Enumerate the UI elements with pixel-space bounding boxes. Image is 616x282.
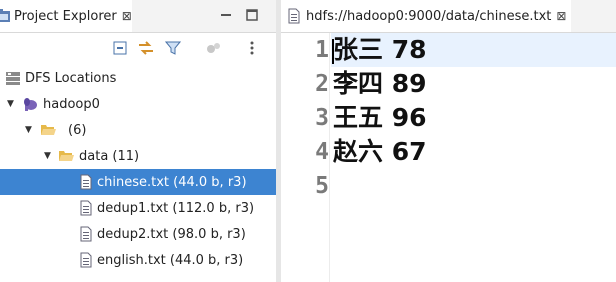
tab-label: Project Explorer [14, 8, 117, 24]
tree-item-label: hadoop0 [43, 96, 100, 112]
line-number: 3 [315, 105, 329, 131]
tree-item-hadoop0[interactable]: ▼ hadoop0 [0, 91, 276, 117]
expanded-arrow-icon[interactable]: ▼ [44, 151, 54, 161]
expanded-arrow-icon[interactable]: ▼ [25, 125, 35, 135]
close-icon[interactable]: ⊠ [556, 9, 566, 23]
minimize-icon[interactable] [219, 8, 233, 22]
tree-item-label: (6) [68, 122, 87, 138]
tree-item-dfs-locations[interactable]: DFS Locations [0, 65, 276, 91]
collapse-all-icon [113, 41, 127, 55]
tree-item-file[interactable]: dedup2.txt (98.0 b, r3) [0, 221, 276, 247]
collapse-all-button[interactable] [111, 39, 129, 57]
text-caret [332, 39, 334, 64]
tab-chinese-txt[interactable]: hdfs://hadoop0:9000/data/chinese.txt ⊠ [281, 0, 571, 32]
text-file-icon [80, 252, 92, 268]
code-line[interactable]: 赵六 67 [331, 135, 616, 169]
text-file-icon [80, 174, 92, 190]
code-line[interactable]: 王五 96 [331, 101, 616, 135]
text-file-icon [80, 200, 92, 216]
cluster-icon [207, 43, 220, 53]
line-number: 5 [315, 173, 329, 199]
link-with-editor-icon [139, 41, 153, 55]
line-number-ruler: 1 2 3 4 5 [281, 33, 329, 282]
tree-item-file[interactable]: dedup1.txt (112.0 b, r3) [0, 195, 276, 221]
code-line[interactable] [331, 169, 616, 203]
tree-item-folder-6[interactable]: ▼ (6) [0, 117, 276, 143]
tree-item-label: data (11) [79, 148, 140, 164]
maximize-icon[interactable] [245, 8, 259, 22]
close-icon[interactable]: ⊠ [122, 9, 132, 23]
tree-item-label: chinese.txt (44.0 b, r3) [97, 174, 247, 190]
tree-item-file[interactable]: english.txt (44.0 b, r3) [0, 247, 276, 273]
tree-item-label: DFS Locations [25, 70, 117, 86]
elephant-icon [24, 98, 37, 111]
kebab-menu-icon [250, 41, 254, 55]
filter-button[interactable] [164, 39, 182, 57]
line-number: 1 [315, 37, 329, 63]
project-explorer-view: Project Explorer ⊠ DFS Locations ▼ hadoo… [0, 0, 276, 282]
view-toolbar [0, 33, 276, 63]
text-file-icon [80, 226, 92, 242]
text-file-icon [288, 8, 300, 24]
line-number: 2 [315, 71, 329, 97]
view-tab-bar: Project Explorer ⊠ [0, 0, 276, 33]
expanded-arrow-icon[interactable]: ▼ [7, 99, 17, 109]
tab-project-explorer[interactable]: Project Explorer ⊠ [0, 0, 132, 32]
tree-item-label: dedup2.txt (98.0 b, r3) [97, 226, 246, 242]
code-line[interactable]: 张三 78 [331, 33, 616, 67]
folder-open-icon [59, 151, 74, 161]
tree-item-data[interactable]: ▼ data (11) [0, 143, 276, 169]
folder-open-icon [41, 125, 56, 135]
view-menu-button[interactable] [243, 39, 261, 57]
text-editor: hdfs://hadoop0:9000/data/chinese.txt ⊠ 1… [281, 0, 616, 282]
disabled-action-button[interactable] [205, 39, 223, 57]
line-number: 4 [315, 139, 329, 165]
project-explorer-icon [0, 9, 10, 22]
gutter-separator [329, 33, 330, 282]
code-line[interactable]: 李四 89 [331, 67, 616, 101]
editor-tab-bar: hdfs://hadoop0:9000/data/chinese.txt ⊠ [281, 0, 616, 33]
tree-item-file[interactable]: chinese.txt (44.0 b, r3) [0, 169, 276, 195]
dfs-locations-icon [6, 72, 20, 85]
tab-label: hdfs://hadoop0:9000/data/chinese.txt [306, 8, 552, 24]
tree-item-label: dedup1.txt (112.0 b, r3) [97, 200, 255, 216]
link-with-editor-button[interactable] [137, 39, 155, 57]
filter-icon [165, 41, 181, 55]
tree-item-label: english.txt (44.0 b, r3) [97, 252, 244, 268]
